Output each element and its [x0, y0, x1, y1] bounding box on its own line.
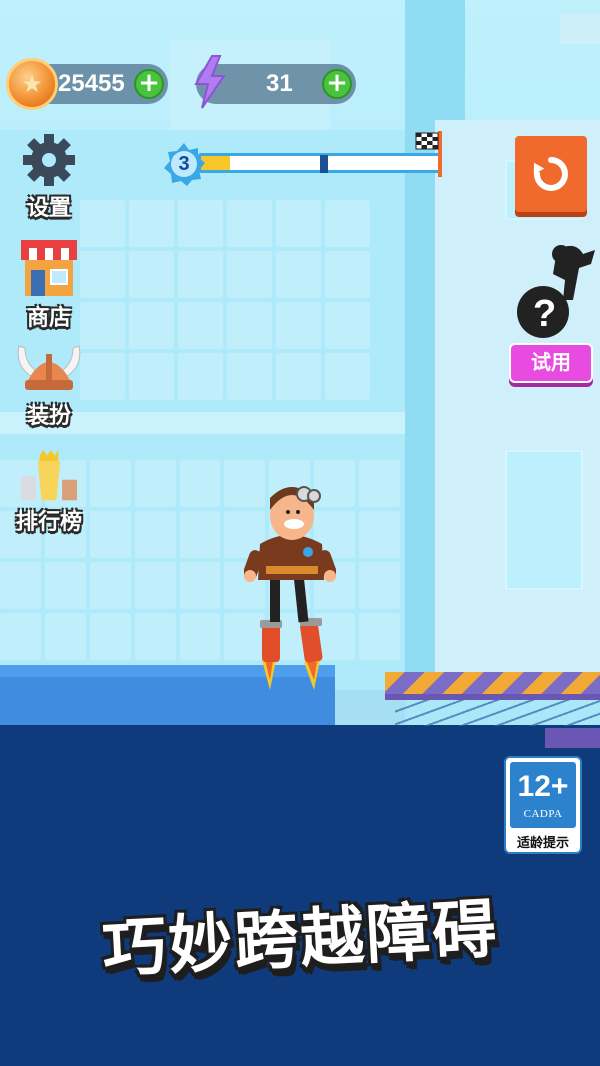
trophy-icon — [21, 449, 77, 501]
shop-icon — [21, 240, 77, 296]
add-energy-button[interactable]: + — [322, 69, 352, 99]
leaderboard-label: 排行榜 — [15, 510, 82, 535]
energy-amount: 31 — [266, 70, 293, 97]
lightning-icon — [194, 55, 226, 109]
bridge-struts — [395, 700, 600, 726]
level-progress-bar — [198, 153, 442, 173]
level-badge: 3 — [162, 142, 206, 186]
bridge-post — [545, 728, 600, 748]
svg-text:?: ? — [533, 293, 556, 335]
player-character — [244, 486, 336, 690]
dressup-label: 装扮 — [26, 404, 71, 429]
level-number: 3 — [178, 152, 190, 175]
settings-label: 设置 — [26, 196, 71, 221]
background-building — [560, 14, 600, 44]
gear-icon — [23, 134, 75, 186]
dressup-button[interactable]: 装扮 — [6, 342, 92, 430]
age-rating-number: 12+ — [517, 770, 569, 803]
level-progress-marker — [320, 155, 328, 173]
coin-amount: 25455 — [58, 70, 125, 97]
restart-icon — [533, 157, 568, 191]
coin-icon: ★ — [6, 58, 58, 110]
age-rating-org: CADPA — [523, 808, 563, 820]
energy-counter: 31 + — [194, 55, 356, 109]
add-coins-button[interactable]: + — [134, 69, 164, 99]
restart-button[interactable] — [515, 136, 587, 212]
trial-button[interactable]: 试用 — [509, 343, 593, 383]
settings-button[interactable]: 设置 — [6, 134, 92, 222]
checkered-flag-icon — [415, 131, 442, 177]
bridge-platform — [385, 672, 600, 700]
age-rating-tip: 适龄提示 — [516, 836, 569, 851]
mystery-character-icon: ? — [517, 245, 595, 338]
shop-label: 商店 — [26, 306, 71, 331]
shop-button[interactable]: 商店 — [6, 236, 92, 332]
age-rating-badge: 12+ CADPA 适龄提示 — [504, 756, 582, 854]
leaderboard-button[interactable]: 排行榜 — [6, 448, 92, 536]
coin-counter: ★ 25455 + — [6, 58, 168, 110]
viking-helmet-icon — [17, 345, 81, 390]
